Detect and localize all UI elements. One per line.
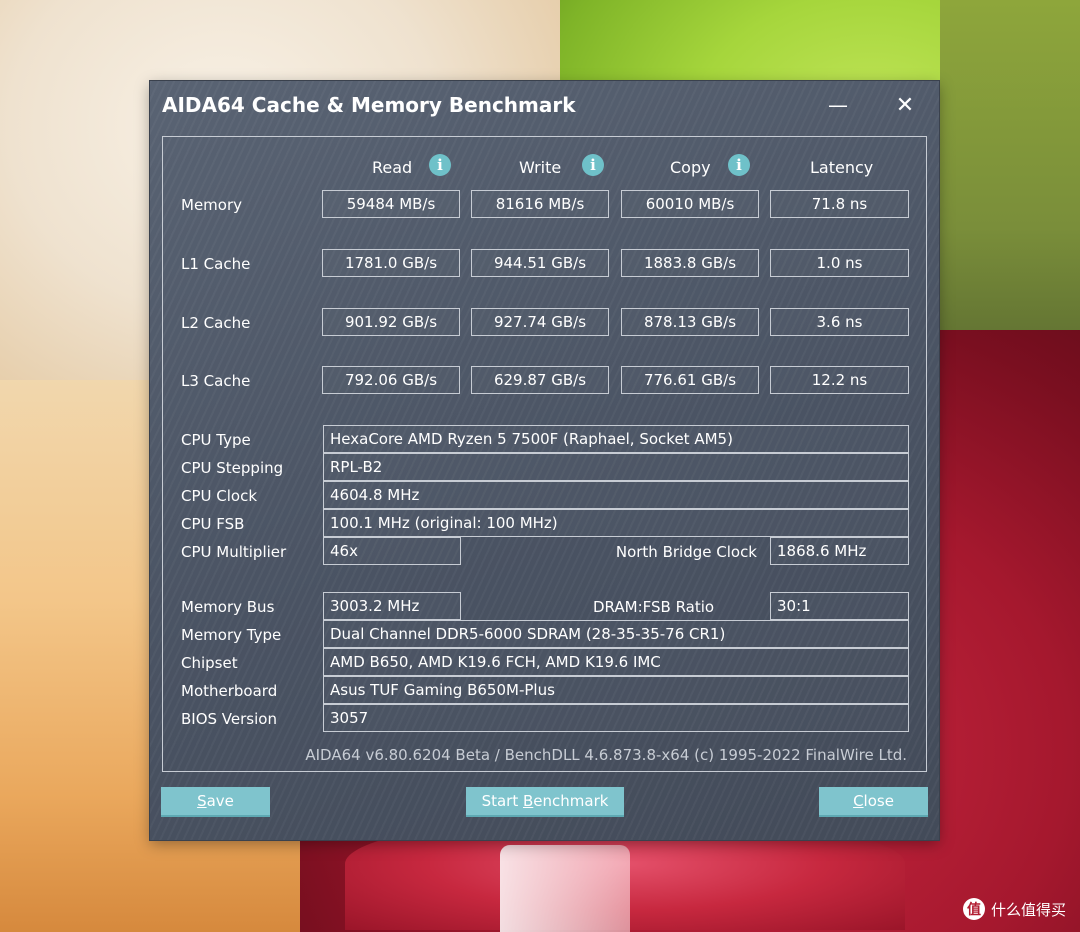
memory-type-label: Memory Type: [181, 626, 282, 644]
title-bar[interactable]: AIDA64 Cache & Memory Benchmark — ✕: [150, 81, 939, 131]
row-label-memory: Memory: [181, 196, 243, 214]
close-button[interactable]: Close: [819, 787, 928, 817]
watermark-logo-icon: 值: [962, 898, 985, 920]
start-benchmark-button[interactable]: Start Benchmark: [466, 787, 624, 817]
minimize-button[interactable]: —: [818, 90, 858, 120]
cpu-type-value: HexaCore AMD Ryzen 5 7500F (Raphael, Soc…: [323, 425, 909, 453]
save-accelerator: S: [197, 792, 207, 810]
read-info-icon[interactable]: i: [429, 154, 451, 176]
memory-bus-label: Memory Bus: [181, 598, 275, 616]
north-bridge-clock-label: North Bridge Clock: [615, 543, 757, 561]
l2-read-value: 901.92 GB/s: [322, 308, 460, 336]
motherboard-value: Asus TUF Gaming B650M-Plus: [323, 676, 909, 704]
cpu-stepping-label: CPU Stepping: [181, 459, 284, 477]
l2-write-value: 927.74 GB/s: [471, 308, 609, 336]
column-header-read: Read: [372, 158, 413, 177]
close-icon: ✕: [895, 92, 915, 118]
row-label-l1-cache: L1 Cache: [181, 255, 251, 273]
copy-info-icon[interactable]: i: [728, 154, 750, 176]
save-button[interactable]: Save: [161, 787, 270, 817]
start-benchmark-label-rest: enchmark: [533, 792, 609, 810]
aida64-benchmark-window: AIDA64 Cache & Memory Benchmark — ✕ Read…: [150, 81, 939, 840]
row-label-l3-cache: L3 Cache: [181, 372, 251, 390]
dram-fsb-ratio-value: 30:1: [770, 592, 909, 620]
cpu-fsb-label: CPU FSB: [181, 515, 245, 533]
background-green-edge: [940, 0, 1080, 380]
cpu-fsb-value: 100.1 MHz (original: 100 MHz): [323, 509, 909, 537]
cpu-clock-value: 4604.8 MHz: [323, 481, 909, 509]
column-header-write: Write: [519, 158, 562, 177]
write-info-icon[interactable]: i: [582, 154, 604, 176]
l1-copy-value: 1883.8 GB/s: [621, 249, 759, 277]
background-highlight: [500, 845, 630, 932]
north-bridge-clock-value: 1868.6 MHz: [770, 537, 909, 565]
l1-read-value: 1781.0 GB/s: [322, 249, 460, 277]
memory-bus-value: 3003.2 MHz: [323, 592, 461, 620]
l3-read-value: 792.06 GB/s: [322, 366, 460, 394]
minimize-icon: —: [828, 93, 848, 117]
memory-latency-value: 71.8 ns: [770, 190, 909, 218]
l3-copy-value: 776.61 GB/s: [621, 366, 759, 394]
cpu-stepping-value: RPL-B2: [323, 453, 909, 481]
watermark: 值 什么值得买: [962, 898, 1066, 920]
watermark-text: 什么值得买: [990, 900, 1066, 919]
save-label: ave: [206, 792, 234, 810]
l3-write-value: 629.87 GB/s: [471, 366, 609, 394]
l1-write-value: 944.51 GB/s: [471, 249, 609, 277]
memory-type-value: Dual Channel DDR5-6000 SDRAM (28-35-35-7…: [323, 620, 909, 648]
window-close-button[interactable]: ✕: [885, 90, 925, 120]
column-header-latency: Latency: [810, 158, 874, 177]
chipset-value: AMD B650, AMD K19.6 FCH, AMD K19.6 IMC: [323, 648, 909, 676]
cpu-multiplier-label: CPU Multiplier: [181, 543, 287, 561]
close-label: lose: [863, 792, 894, 810]
memory-write-value: 81616 MB/s: [471, 190, 609, 218]
cpu-multiplier-value: 46x: [323, 537, 461, 565]
cpu-type-label: CPU Type: [181, 431, 251, 449]
l2-latency-value: 3.6 ns: [770, 308, 909, 336]
l1-latency-value: 1.0 ns: [770, 249, 909, 277]
bios-version-label: BIOS Version: [181, 710, 277, 728]
memory-copy-value: 60010 MB/s: [621, 190, 759, 218]
close-accelerator: C: [853, 792, 864, 810]
memory-read-value: 59484 MB/s: [322, 190, 460, 218]
chipset-label: Chipset: [181, 654, 238, 672]
dram-fsb-ratio-label: DRAM:FSB Ratio: [593, 598, 715, 616]
cpu-clock-label: CPU Clock: [181, 487, 258, 505]
bios-version-value: 3057: [323, 704, 909, 732]
row-label-l2-cache: L2 Cache: [181, 314, 251, 332]
l2-copy-value: 878.13 GB/s: [621, 308, 759, 336]
motherboard-label: Motherboard: [181, 682, 278, 700]
start-benchmark-accelerator: B: [522, 792, 534, 810]
column-header-copy: Copy: [670, 158, 711, 177]
results-panel: Read i Write i Copy i Latency Memory 594…: [162, 136, 927, 772]
version-copyright-note: AIDA64 v6.80.6204 Beta / BenchDLL 4.6.87…: [305, 746, 907, 764]
l3-latency-value: 12.2 ns: [770, 366, 909, 394]
start-benchmark-label-pre: Start: [481, 792, 523, 810]
window-title: AIDA64 Cache & Memory Benchmark: [162, 93, 576, 117]
